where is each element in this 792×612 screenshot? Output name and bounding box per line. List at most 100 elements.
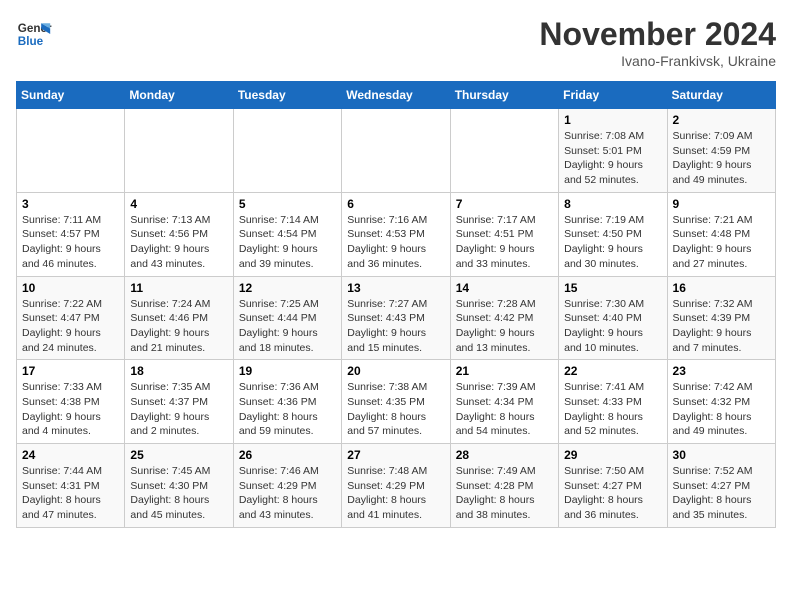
day-cell <box>125 109 233 193</box>
day-info: Sunrise: 7:21 AM Sunset: 4:48 PM Dayligh… <box>673 214 753 270</box>
day-cell: 25Sunrise: 7:45 AM Sunset: 4:30 PM Dayli… <box>125 444 233 528</box>
day-cell: 12 Sunrise: 7:25 AM Sunset: 4:44 PM Dayli… <box>233 276 341 360</box>
day-number: 11 <box>130 281 227 295</box>
col-friday: Friday <box>559 82 667 109</box>
day-cell: 13 Sunrise: 7:27 AM Sunset: 4:43 PM Dayli… <box>342 276 450 360</box>
day-cell: 20 Sunrise: 7:38 AM Sunset: 4:35 PM Dayli… <box>342 360 450 444</box>
day-number: 28 <box>456 448 553 462</box>
day-number: 20 <box>347 364 444 378</box>
day-cell: 29 Sunrise: 7:50 AM Sunset: 4:27 PM Dayli… <box>559 444 667 528</box>
day-number: 30 <box>673 448 770 462</box>
day-info: Sunrise: 7:11 AM Sunset: 4:57 PM Dayligh… <box>22 214 101 270</box>
day-cell: 4 Sunrise: 7:13 AM Sunset: 4:56 PM Daylig… <box>125 192 233 276</box>
col-tuesday: Tuesday <box>233 82 341 109</box>
day-info: Sunrise: 7:30 AM Sunset: 4:40 PM Dayligh… <box>564 298 644 354</box>
day-cell: 23Sunrise: 7:42 AM Sunset: 4:32 PM Dayli… <box>667 360 775 444</box>
day-cell: 19 Sunrise: 7:36 AM Sunset: 4:36 PM Dayli… <box>233 360 341 444</box>
day-cell: 10 Sunrise: 7:22 AM Sunset: 4:47 PM Dayli… <box>17 276 125 360</box>
day-cell: 14Sunrise: 7:28 AM Sunset: 4:42 PM Dayli… <box>450 276 558 360</box>
days-of-week-row: Sunday Monday Tuesday Wednesday Thursday… <box>17 82 776 109</box>
col-thursday: Thursday <box>450 82 558 109</box>
day-cell: 2 Sunrise: 7:09 AM Sunset: 4:59 PM Daylig… <box>667 109 775 193</box>
day-cell <box>17 109 125 193</box>
day-number: 29 <box>564 448 661 462</box>
day-info: Sunrise: 7:08 AM Sunset: 5:01 PM Dayligh… <box>564 130 644 186</box>
day-number: 25 <box>130 448 227 462</box>
calendar-body: 1 Sunrise: 7:08 AM Sunset: 5:01 PM Daylig… <box>17 109 776 528</box>
calendar-table: Sunday Monday Tuesday Wednesday Thursday… <box>16 81 776 528</box>
day-cell: 9 Sunrise: 7:21 AM Sunset: 4:48 PM Daylig… <box>667 192 775 276</box>
day-info: Sunrise: 7:41 AM Sunset: 4:33 PM Dayligh… <box>564 381 644 437</box>
col-sunday: Sunday <box>17 82 125 109</box>
day-cell: 30 Sunrise: 7:52 AM Sunset: 4:27 PM Dayli… <box>667 444 775 528</box>
day-cell: 18 Sunrise: 7:35 AM Sunset: 4:37 PM Dayli… <box>125 360 233 444</box>
day-number: 21 <box>456 364 553 378</box>
day-number: 12 <box>239 281 336 295</box>
day-cell: 5Sunrise: 7:14 AM Sunset: 4:54 PM Daylig… <box>233 192 341 276</box>
day-info: Sunrise: 7:25 AM Sunset: 4:44 PM Dayligh… <box>239 298 319 354</box>
day-cell: 22 Sunrise: 7:41 AM Sunset: 4:33 PM Dayli… <box>559 360 667 444</box>
day-info: Sunrise: 7:22 AM Sunset: 4:47 PM Dayligh… <box>22 298 102 354</box>
day-cell: 16 Sunrise: 7:32 AM Sunset: 4:39 PM Dayli… <box>667 276 775 360</box>
day-cell <box>450 109 558 193</box>
page-header: General Blue November 2024 Ivano-Frankiv… <box>16 16 776 69</box>
day-info: Sunrise: 7:09 AM Sunset: 4:59 PM Dayligh… <box>673 130 753 186</box>
day-info: Sunrise: 7:38 AM Sunset: 4:35 PM Dayligh… <box>347 381 427 437</box>
day-cell: 17Sunrise: 7:33 AM Sunset: 4:38 PM Dayli… <box>17 360 125 444</box>
day-info: Sunrise: 7:17 AM Sunset: 4:51 PM Dayligh… <box>456 214 536 270</box>
col-monday: Monday <box>125 82 233 109</box>
svg-text:Blue: Blue <box>18 35 44 48</box>
day-number: 27 <box>347 448 444 462</box>
day-cell <box>233 109 341 193</box>
day-info: Sunrise: 7:27 AM Sunset: 4:43 PM Dayligh… <box>347 298 427 354</box>
day-info: Sunrise: 7:50 AM Sunset: 4:27 PM Dayligh… <box>564 465 644 521</box>
day-info: Sunrise: 7:46 AM Sunset: 4:29 PM Dayligh… <box>239 465 319 521</box>
day-cell: 8 Sunrise: 7:19 AM Sunset: 4:50 PM Daylig… <box>559 192 667 276</box>
day-info: Sunrise: 7:13 AM Sunset: 4:56 PM Dayligh… <box>130 214 210 270</box>
title-area: November 2024 Ivano-Frankivsk, Ukraine <box>539 16 776 69</box>
day-info: Sunrise: 7:32 AM Sunset: 4:39 PM Dayligh… <box>673 298 753 354</box>
day-number: 17 <box>22 364 119 378</box>
day-number: 3 <box>22 197 119 211</box>
day-number: 1 <box>564 113 661 127</box>
month-title: November 2024 <box>539 16 776 53</box>
week-row-3: 10 Sunrise: 7:22 AM Sunset: 4:47 PM Dayli… <box>17 276 776 360</box>
day-info: Sunrise: 7:44 AM Sunset: 4:31 PM Dayligh… <box>22 465 102 521</box>
day-number: 26 <box>239 448 336 462</box>
week-row-4: 17Sunrise: 7:33 AM Sunset: 4:38 PM Dayli… <box>17 360 776 444</box>
day-number: 4 <box>130 197 227 211</box>
day-number: 13 <box>347 281 444 295</box>
day-number: 10 <box>22 281 119 295</box>
day-number: 8 <box>564 197 661 211</box>
week-row-2: 3 Sunrise: 7:11 AM Sunset: 4:57 PM Daylig… <box>17 192 776 276</box>
day-number: 9 <box>673 197 770 211</box>
day-info: Sunrise: 7:28 AM Sunset: 4:42 PM Dayligh… <box>456 298 536 354</box>
day-cell: 3 Sunrise: 7:11 AM Sunset: 4:57 PM Daylig… <box>17 192 125 276</box>
day-info: Sunrise: 7:39 AM Sunset: 4:34 PM Dayligh… <box>456 381 536 437</box>
col-wednesday: Wednesday <box>342 82 450 109</box>
day-number: 22 <box>564 364 661 378</box>
day-info: Sunrise: 7:24 AM Sunset: 4:46 PM Dayligh… <box>130 298 210 354</box>
day-number: 18 <box>130 364 227 378</box>
location: Ivano-Frankivsk, Ukraine <box>539 53 776 69</box>
day-number: 6 <box>347 197 444 211</box>
day-info: Sunrise: 7:16 AM Sunset: 4:53 PM Dayligh… <box>347 214 427 270</box>
day-info: Sunrise: 7:36 AM Sunset: 4:36 PM Dayligh… <box>239 381 319 437</box>
day-cell: 27 Sunrise: 7:48 AM Sunset: 4:29 PM Dayli… <box>342 444 450 528</box>
day-number: 2 <box>673 113 770 127</box>
day-number: 16 <box>673 281 770 295</box>
day-number: 19 <box>239 364 336 378</box>
day-info: Sunrise: 7:35 AM Sunset: 4:37 PM Dayligh… <box>130 381 210 437</box>
day-info: Sunrise: 7:42 AM Sunset: 4:32 PM Dayligh… <box>673 381 753 437</box>
day-info: Sunrise: 7:49 AM Sunset: 4:28 PM Dayligh… <box>456 465 536 521</box>
day-info: Sunrise: 7:52 AM Sunset: 4:27 PM Dayligh… <box>673 465 753 521</box>
day-cell: 6 Sunrise: 7:16 AM Sunset: 4:53 PM Daylig… <box>342 192 450 276</box>
day-info: Sunrise: 7:14 AM Sunset: 4:54 PM Dayligh… <box>239 214 319 270</box>
day-info: Sunrise: 7:48 AM Sunset: 4:29 PM Dayligh… <box>347 465 427 521</box>
calendar-header: Sunday Monday Tuesday Wednesday Thursday… <box>17 82 776 109</box>
day-cell <box>342 109 450 193</box>
day-info: Sunrise: 7:19 AM Sunset: 4:50 PM Dayligh… <box>564 214 644 270</box>
week-row-1: 1 Sunrise: 7:08 AM Sunset: 5:01 PM Daylig… <box>17 109 776 193</box>
day-number: 15 <box>564 281 661 295</box>
day-cell: 21 Sunrise: 7:39 AM Sunset: 4:34 PM Dayli… <box>450 360 558 444</box>
